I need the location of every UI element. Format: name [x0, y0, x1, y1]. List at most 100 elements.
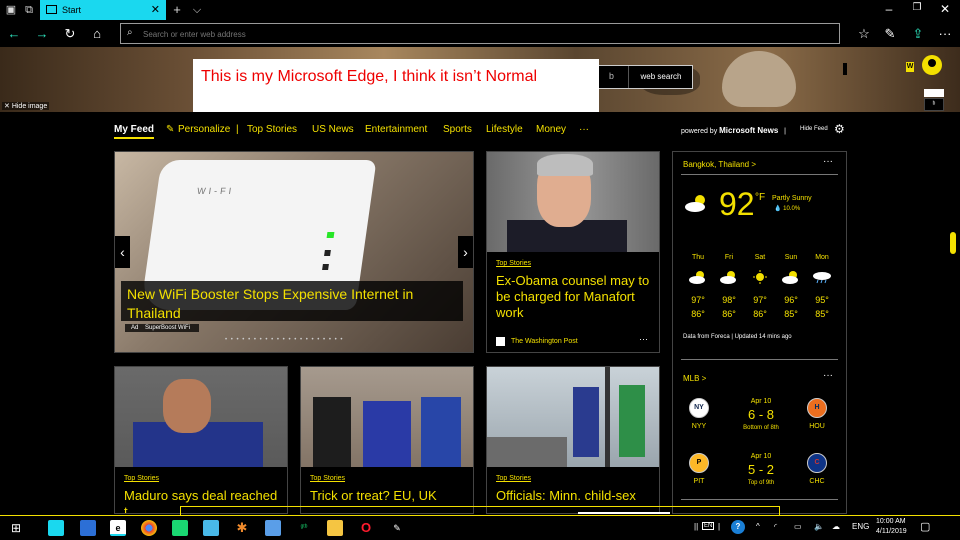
carousel-next-icon[interactable]: › — [458, 236, 473, 268]
mlb-link[interactable]: MLB > — [683, 374, 706, 383]
clock-time[interactable]: 10:00 AM — [876, 518, 906, 525]
address-input[interactable] — [143, 27, 823, 41]
carousel-prev-icon[interactable]: ‹ — [115, 236, 130, 268]
weather-more-icon[interactable]: ··· — [823, 156, 833, 167]
tab-list-chevron-icon[interactable]: ⌵ — [190, 3, 204, 17]
action-center-icon[interactable]: ▢ — [920, 520, 930, 533]
new-tab-icon[interactable]: + — [170, 3, 184, 17]
more-menu-icon[interactable]: ··· — [937, 26, 953, 42]
weather-city-link[interactable]: Bangkok, Thailand > — [683, 160, 756, 169]
tab-start[interactable]: Start ✕ — [40, 0, 166, 20]
hide-feed-button[interactable]: Hide Feed — [800, 126, 828, 132]
input-language-indicator[interactable]: EN — [702, 522, 715, 530]
weather-source[interactable]: Data from Foreca | Updated 14 mins ago — [683, 334, 792, 340]
taskbar-app-icon[interactable]: ✱ — [234, 520, 250, 536]
language-indicator[interactable]: ENG — [852, 522, 869, 531]
carousel-dots[interactable]: • • • • • • • • • • • • • • • • • • • • … — [225, 337, 343, 343]
mlb-more-icon[interactable]: ··· — [823, 370, 833, 381]
taskbar-app-icon[interactable] — [48, 520, 64, 536]
tab-close-icon[interactable]: ✕ — [151, 3, 160, 16]
story-card[interactable]: Top Stories Maduro says deal reached t — [114, 366, 288, 514]
pen-icon[interactable]: ✎ — [882, 26, 898, 42]
story-card[interactable]: Top Stories Ex-Obama counsel may to be c… — [486, 151, 660, 353]
taskbar-app-icon[interactable]: ✎ — [389, 520, 405, 536]
hide-image-button[interactable]: ✕ Hide image — [2, 102, 50, 110]
story-card[interactable]: Top Stories Officials: Minn. child-sex — [486, 366, 660, 514]
scrollbar-thumb[interactable] — [950, 232, 956, 254]
team-logo-hou[interactable]: H — [807, 398, 827, 418]
tab-lifestyle[interactable]: Lifestyle — [486, 124, 523, 135]
game-date: Apr 10 — [750, 398, 772, 405]
pencil-icon: ✎ — [166, 124, 175, 135]
help-icon[interactable]: ? — [731, 520, 745, 534]
tab-entertainment[interactable]: Entertainment — [365, 124, 427, 135]
tab-personalize[interactable]: Personalize — [178, 124, 230, 135]
forward-icon[interactable]: → — [34, 26, 50, 42]
story-source[interactable]: The Washington Post — [511, 338, 578, 345]
share-icon[interactable]: ⇪ — [910, 26, 926, 42]
temperature-unit[interactable]: °F — [755, 192, 765, 203]
game-score[interactable]: 5 - 2 — [733, 462, 789, 477]
team-logo-nyy[interactable]: NY — [689, 398, 709, 418]
featured-card[interactable]: WI-FI New WiFi Booster Stops Expensive I… — [114, 151, 474, 353]
windows-start-icon[interactable]: ⊞ — [8, 520, 24, 536]
tab-money[interactable]: Money — [536, 124, 566, 135]
taskbar-app-icon[interactable] — [172, 520, 188, 536]
photo-banner — [619, 385, 645, 457]
onedrive-icon[interactable]: ☁ — [832, 522, 840, 531]
bing-side-icon[interactable]: ᵇ — [924, 98, 944, 111]
hero-mark — [843, 63, 847, 75]
forecast-day: Sat — [754, 254, 766, 261]
story-category[interactable]: Top Stories — [496, 475, 531, 482]
story-card[interactable]: Top Stories Trick or treat? EU, UK — [300, 366, 474, 514]
taskbar-app-icon[interactable] — [80, 520, 96, 536]
tab-sports[interactable]: Sports — [443, 124, 472, 135]
show-hidden-icons-chevron-icon[interactable]: ^ — [756, 522, 760, 531]
opera-icon[interactable]: O — [358, 520, 374, 536]
home-icon[interactable]: ⌂ — [89, 26, 105, 42]
tab-us-news[interactable]: US News — [312, 124, 354, 135]
file-explorer-icon[interactable] — [327, 520, 343, 536]
set-aside-tabs-icon[interactable]: ⧉ — [22, 3, 36, 17]
game-score[interactable]: 6 - 8 — [733, 407, 789, 422]
tab-bar: ▣ ⧉ Start ✕ + ⌵ – ❐ ✕ — [0, 0, 960, 20]
edge-taskbar-icon[interactable]: e — [110, 520, 126, 536]
precipitation: 💧 10.0% — [774, 206, 801, 212]
featured-headline[interactable]: New WiFi Booster Stops Expensive Interne… — [127, 285, 457, 323]
chrome-taskbar-icon[interactable] — [141, 520, 157, 536]
sunny-icon — [753, 270, 767, 284]
network-icon[interactable]: ◜ — [774, 522, 777, 531]
tab-my-feed[interactable]: My Feed — [114, 124, 155, 139]
story-category[interactable]: Top Stories — [310, 475, 345, 482]
close-window-icon[interactable]: ✕ — [938, 2, 952, 16]
address-bar[interactable]: ⌕ — [120, 23, 840, 44]
story-headline[interactable]: Officials: Minn. child-sex — [496, 488, 656, 504]
tab-top-stories[interactable]: Top Stories — [247, 124, 297, 135]
back-icon[interactable]: ← — [6, 26, 22, 42]
avatar[interactable] — [922, 55, 942, 75]
minimize-icon[interactable]: – — [882, 2, 896, 16]
team-logo-pit[interactable]: P — [689, 453, 709, 473]
story-category[interactable]: Top Stories — [124, 475, 159, 482]
taskbar-app-icon[interactable] — [265, 520, 281, 536]
team-logo-chc[interactable]: C — [807, 453, 827, 473]
clock-date[interactable]: 4/11/2019 — [876, 528, 907, 535]
story-headline[interactable]: Trick or treat? EU, UK — [310, 488, 470, 504]
restore-icon[interactable]: ❐ — [910, 2, 924, 13]
taskbar-app-icon[interactable]: ᵍᵗᵇ — [296, 520, 312, 536]
story-more-icon[interactable]: ··· — [639, 334, 648, 344]
gear-icon[interactable]: ⚙ — [834, 122, 845, 136]
tab-preview-icon[interactable]: ▣ — [4, 3, 18, 17]
web-search-button[interactable]: web search — [628, 66, 693, 88]
taskbar: ⊞ e ✱ ᵍᵗᵇ O ✎ || EN | ? ^ ◜ ▭ 🔈 ☁ ENG 10… — [0, 515, 960, 540]
battery-icon[interactable]: ▭ — [794, 522, 802, 531]
story-image — [487, 152, 659, 252]
taskbar-app-icon[interactable] — [203, 520, 219, 536]
favorites-star-icon[interactable]: ☆ — [856, 26, 872, 42]
refresh-icon[interactable]: ↻ — [62, 26, 78, 42]
volume-icon[interactable]: 🔈 — [814, 522, 824, 531]
web-search-box[interactable]: ᵇ web search — [598, 65, 693, 89]
story-category[interactable]: Top Stories — [496, 260, 531, 267]
story-headline[interactable]: Ex-Obama counsel may to be charged for M… — [496, 273, 656, 321]
tab-more[interactable]: ··· — [579, 124, 589, 135]
